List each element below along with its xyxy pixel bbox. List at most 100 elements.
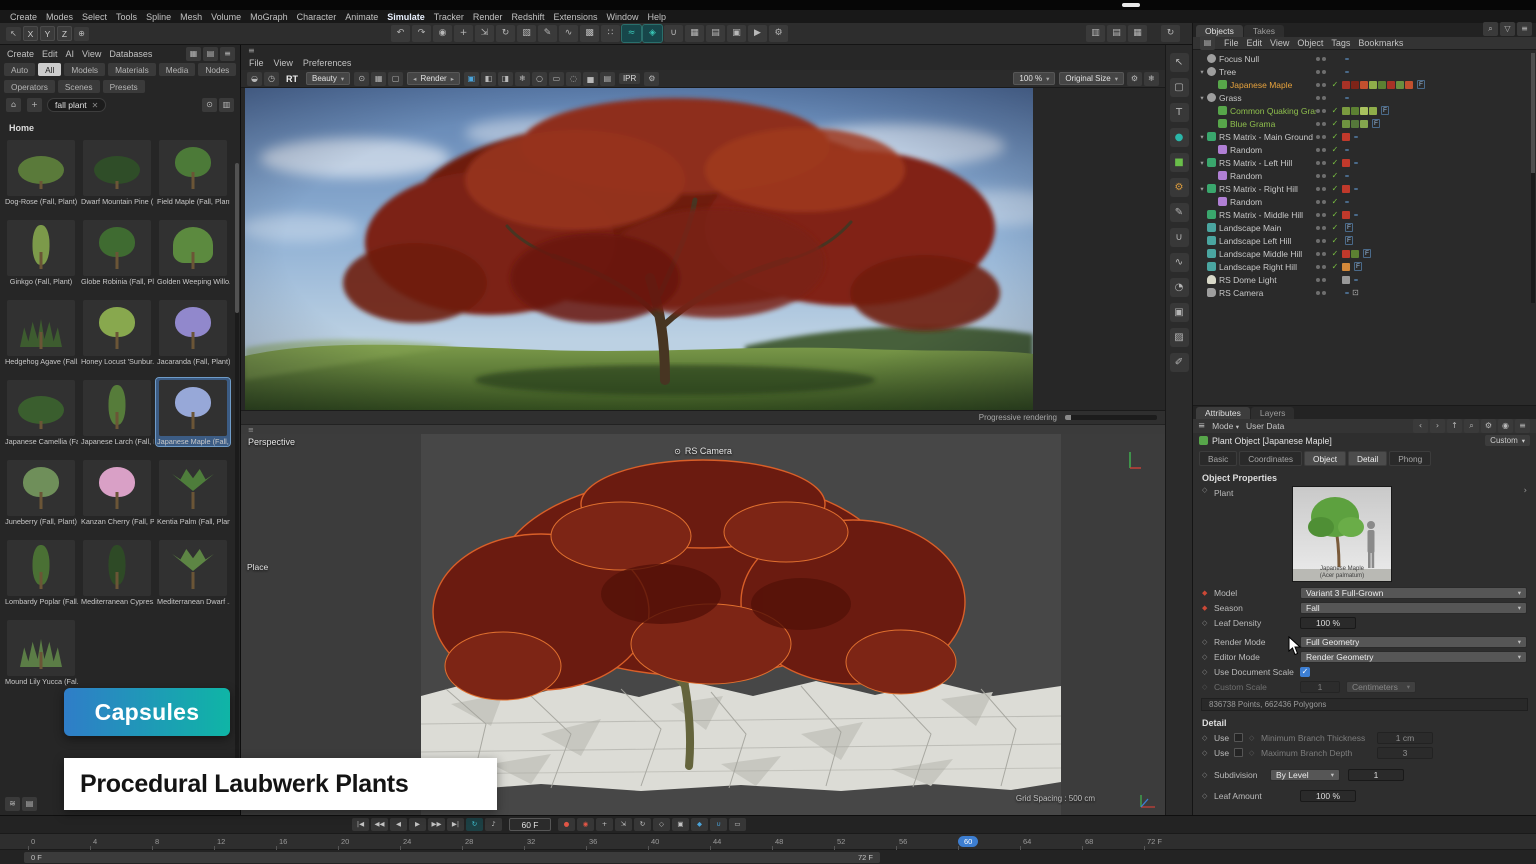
visibility-toggles[interactable] [1316, 239, 1328, 243]
render-navigator[interactable]: ◂ Render ▸ [407, 72, 460, 85]
season-dropdown[interactable]: Fall▾ [1300, 602, 1527, 614]
visibility-toggles[interactable] [1316, 291, 1328, 295]
visibility-toggles[interactable] [1316, 70, 1328, 74]
object-row[interactable]: ▾ RS Matrix - Main Ground ✓ [1193, 130, 1536, 143]
frame-tick[interactable]: 48 [772, 837, 834, 846]
parameter-dot[interactable]: ◇ [1202, 749, 1210, 757]
camera-icon[interactable]: ▣ [727, 25, 746, 42]
filter-chip[interactable]: All [38, 63, 61, 76]
section-tab[interactable]: Basic [1199, 451, 1237, 466]
frame-tick[interactable]: 0 [28, 837, 90, 846]
lock-view-icon[interactable]: ▣ [464, 72, 479, 86]
clock-icon[interactable]: ◔ [1170, 278, 1189, 297]
scrollbar[interactable] [235, 163, 239, 803]
parameter-dot[interactable]: ◇ [1202, 653, 1210, 661]
menu-item[interactable]: Tools [116, 12, 137, 22]
tag-icon[interactable]: ⊡ [1352, 288, 1359, 297]
frame-tick[interactable]: 52 [834, 837, 896, 846]
history-icon[interactable]: ◷ [264, 72, 279, 86]
sphere-icon[interactable]: ● [1170, 128, 1189, 147]
loop-button[interactable]: ↻ [466, 818, 483, 831]
info-icon[interactable]: ≋ [5, 797, 20, 811]
object-row[interactable]: ▾ Tree [1193, 65, 1536, 78]
menu-item[interactable]: View [274, 58, 293, 68]
field-tag[interactable] [1345, 175, 1349, 177]
lock-icon[interactable]: ⊙ [202, 98, 217, 112]
render-view-icon[interactable]: ▶ [748, 25, 767, 42]
compare-b-icon[interactable]: ◨ [498, 72, 513, 86]
plant-tile[interactable]: Field Maple (Fall, Plant) [156, 138, 230, 206]
plant-tile[interactable]: Juneberry (Fall, Plant) [4, 458, 78, 526]
freeze-icon[interactable]: ❄ [1144, 72, 1159, 86]
frame-tick[interactable]: 44 [710, 837, 772, 846]
plant-tile[interactable]: Honey Locust 'Sunbur... [80, 298, 154, 366]
user-data-button[interactable]: User Data [1246, 421, 1284, 431]
material-tags[interactable] [1342, 159, 1351, 167]
field-tag[interactable]: F [1345, 223, 1353, 232]
menu-item[interactable]: Modes [46, 12, 73, 22]
mode-dropdown[interactable]: Mode ▾ [1212, 421, 1239, 431]
menu-item[interactable]: Preferences [303, 58, 352, 68]
scale-tool-icon[interactable]: ⇲ [475, 25, 494, 42]
marquee-icon[interactable]: ▭ [549, 72, 564, 86]
field-tag[interactable] [1354, 136, 1358, 138]
panel-icon[interactable]: ▤ [1200, 36, 1215, 50]
display-settings-icon[interactable]: ⚙ [1127, 72, 1142, 86]
volume-icon[interactable]: ▩ [580, 25, 599, 42]
pen-icon[interactable]: ✎ [1170, 203, 1189, 222]
leaf-density-field[interactable]: 100 % [1300, 617, 1356, 629]
filter-chip[interactable]: Scenes [58, 80, 100, 93]
object-row[interactable]: Blue Grama ✓ F [1193, 117, 1536, 130]
field-tag[interactable] [1345, 149, 1349, 151]
camera-select-icon[interactable]: ⊙ [354, 72, 369, 86]
sound-button[interactable]: ♪ [485, 818, 502, 831]
expand-arrow-icon[interactable]: ▾ [1198, 159, 1206, 167]
timeline-range-slider[interactable]: 0 F 72 F [24, 852, 880, 863]
expand-arrow-icon[interactable]: ▾ [1198, 185, 1206, 193]
rotate-tool-icon[interactable]: ↻ [496, 25, 515, 42]
grid-icon[interactable]: ▦ [371, 72, 386, 86]
simulate-icon[interactable]: ◈ [643, 25, 662, 42]
expand-arrow-icon[interactable]: ▾ [1198, 68, 1206, 76]
snap-icon[interactable]: ∪ [664, 25, 683, 42]
field-tag[interactable]: F [1345, 236, 1353, 245]
enabled-check-icon[interactable]: ✓ [1330, 158, 1340, 167]
axis-lock-button[interactable]: X [23, 26, 38, 41]
filter-chip[interactable]: Operators [4, 80, 55, 93]
object-row[interactable]: Japanese Maple ✓ F [1193, 78, 1536, 91]
visibility-toggles[interactable] [1316, 161, 1328, 165]
menu-item[interactable]: Select [82, 12, 107, 22]
object-row[interactable]: ▾ RS Matrix - Right Hill ✓ [1193, 182, 1536, 195]
plant-tile[interactable]: Japanese Camellia (Fal... [4, 378, 78, 446]
object-row[interactable]: Random ✓ [1193, 169, 1536, 182]
plant-tile[interactable]: Mound Lily Yucca (Fal... [4, 618, 78, 686]
object-row[interactable]: Common Quaking Grass ✓ F [1193, 104, 1536, 117]
move-tool-icon[interactable]: + [454, 25, 473, 42]
plant-tile[interactable]: Dog-Rose (Fall, Plant) [4, 138, 78, 206]
material-tags[interactable] [1342, 276, 1351, 284]
parameter-dot[interactable]: ◇ [1202, 486, 1210, 494]
lasso-icon[interactable]: ◌ [566, 72, 581, 86]
render-mode-dropdown[interactable]: Full Geometry▾ [1300, 636, 1527, 648]
material-tags[interactable] [1342, 211, 1351, 219]
field-tag[interactable] [1345, 292, 1349, 294]
visibility-toggles[interactable] [1316, 213, 1328, 217]
material-tags[interactable] [1342, 263, 1351, 271]
menu-item[interactable]: Create [10, 12, 37, 22]
record-button[interactable]: ● [558, 818, 575, 831]
field-tag[interactable]: F [1354, 262, 1362, 271]
prev-frame-button[interactable]: ◀ [390, 818, 407, 831]
menu-item[interactable]: Bookmarks [1358, 38, 1403, 48]
frame-tick[interactable]: 32 [524, 837, 586, 846]
menu-item[interactable]: Redshift [511, 12, 544, 22]
enabled-check-icon[interactable]: ✓ [1330, 132, 1340, 141]
field-tag[interactable] [1345, 58, 1349, 60]
enabled-check-icon[interactable]: ✓ [1330, 106, 1340, 115]
model-dropdown[interactable]: Variant 3 Full-Grown▾ [1300, 587, 1527, 599]
enabled-check-icon[interactable]: ✓ [1330, 236, 1340, 245]
custom-preset-dropdown[interactable]: Custom▾ [1485, 435, 1530, 446]
visibility-toggles[interactable] [1316, 200, 1328, 204]
compare-a-icon[interactable]: ◧ [481, 72, 496, 86]
next-render-icon[interactable]: ▸ [451, 75, 454, 83]
pen-tool-icon[interactable]: ✎ [538, 25, 557, 42]
